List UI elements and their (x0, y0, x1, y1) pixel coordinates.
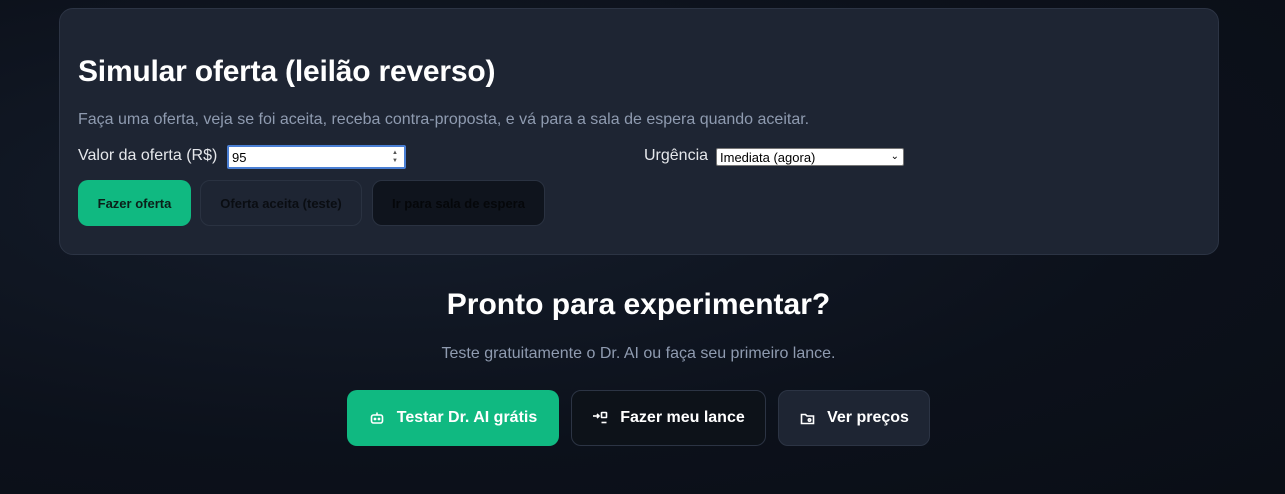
stepper-down-icon[interactable]: ▼ (392, 157, 398, 165)
simulator-subtitle: Faça uma oferta, veja se foi aceita, rec… (78, 111, 810, 128)
offer-accepted-test-button[interactable]: Oferta aceita (teste) (200, 180, 362, 226)
test-ai-label: Testar Dr. AI grátis (396, 409, 538, 426)
chevron-down-icon: ⌄ (890, 151, 899, 162)
login-arrow-icon (592, 410, 608, 426)
offer-simulator-card: Simular oferta (leilão reverso) Faça uma… (59, 8, 1219, 255)
make-bid-button[interactable]: Fazer meu lance (571, 390, 766, 446)
urgency-select[interactable]: Imediata (agora) ⌄ (716, 148, 904, 166)
cta-title: Pronto para experimentar? (446, 288, 831, 321)
urgency-selected-value: Imediata (agora) (720, 149, 816, 165)
folder-icon (799, 410, 815, 426)
make-offer-button[interactable]: Fazer oferta (78, 180, 191, 226)
offer-value-label: Valor da oferta (R$) (78, 147, 218, 164)
offer-value-field[interactable]: ▲ ▼ (227, 145, 406, 169)
see-prices-button[interactable]: Ver preços (778, 390, 930, 446)
test-ai-button[interactable]: Testar Dr. AI grátis (347, 390, 559, 446)
see-prices-label: Ver preços (827, 409, 909, 426)
simulator-title: Simular oferta (leilão reverso) (78, 55, 496, 88)
waiting-room-button[interactable]: Ir para sala de espera (372, 180, 545, 226)
robot-icon (369, 410, 385, 426)
stepper-up-icon[interactable]: ▲ (392, 149, 398, 157)
urgency-label: Urgência (644, 147, 709, 164)
offer-value-input[interactable] (229, 148, 389, 166)
make-bid-label: Fazer meu lance (620, 409, 745, 426)
cta-subtitle: Teste gratuitamente o Dr. AI ou faça seu… (441, 345, 836, 362)
number-stepper[interactable]: ▲ ▼ (389, 148, 401, 166)
